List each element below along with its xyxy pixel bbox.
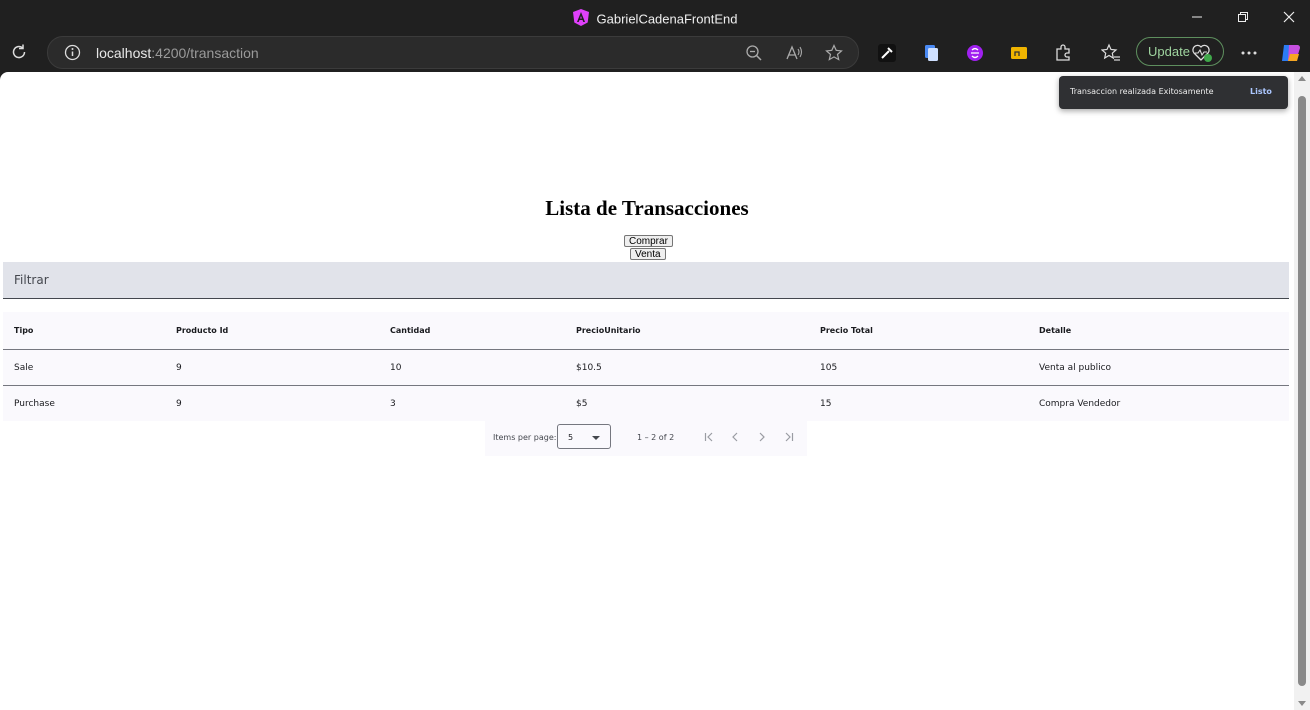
- purple-extension-icon[interactable]: [963, 41, 987, 65]
- window-title: GabrielCadenaFrontEnd: [596, 11, 738, 27]
- update-label: Update: [1148, 44, 1190, 59]
- snackbar-action-button[interactable]: Listo: [1250, 87, 1272, 96]
- health-heart-icon: [1191, 43, 1213, 66]
- scroll-up-icon[interactable]: [1298, 76, 1306, 81]
- update-button[interactable]: Update: [1136, 37, 1224, 66]
- cell-tipo: Sale: [14, 362, 34, 373]
- cell-precio-total: 15: [820, 398, 832, 409]
- header-producto-id[interactable]: Producto Id: [176, 312, 228, 349]
- next-page-icon[interactable]: [754, 429, 770, 445]
- window-title-area: GabrielCadenaFrontEnd: [0, 9, 1310, 29]
- header-precio-total[interactable]: Precio Total: [820, 312, 873, 349]
- page-size-select[interactable]: 5: [557, 424, 611, 449]
- scroll-down-icon[interactable]: [1298, 701, 1306, 706]
- more-options-icon[interactable]: [1237, 41, 1261, 65]
- previous-page-icon[interactable]: [727, 429, 743, 445]
- last-page-icon[interactable]: [781, 429, 797, 445]
- url-host: localhost: [96, 45, 152, 61]
- address-bar[interactable]: localhost:4200/transaction: [47, 36, 859, 69]
- cell-producto-id: 9: [176, 398, 182, 409]
- page-size-value: 5: [568, 433, 574, 442]
- cell-tipo: Purchase: [14, 398, 55, 409]
- transactions-table: Tipo Producto Id Cantidad PrecioUnitario…: [3, 312, 1289, 421]
- read-aloud-icon[interactable]: [784, 43, 804, 63]
- cell-cantidad: 3: [390, 398, 396, 409]
- restore-button[interactable]: [1220, 0, 1266, 33]
- header-detalle[interactable]: Detalle: [1039, 312, 1071, 349]
- table-header-row: Tipo Producto Id Cantidad PrecioUnitario…: [3, 312, 1289, 350]
- close-window-button[interactable]: [1266, 0, 1310, 33]
- zoom-out-icon[interactable]: [744, 43, 764, 63]
- paginator: Items per page: 5 1 – 2 of 2: [485, 420, 807, 456]
- cell-producto-id: 9: [176, 362, 182, 373]
- page-range-label: 1 – 2 of 2: [637, 433, 675, 442]
- url-text: localhost:4200/transaction: [96, 45, 259, 61]
- snackbar-message: Transaccion realizada Exitosamente: [1070, 87, 1214, 96]
- angular-logo-icon: [572, 9, 589, 29]
- window-titlebar: GabrielCadenaFrontEnd: [0, 0, 1310, 33]
- url-path: :4200/transaction: [151, 45, 259, 61]
- snackbar-notification: Transaccion realizada Exitosamente Listo: [1059, 76, 1288, 109]
- header-tipo[interactable]: Tipo: [14, 312, 33, 349]
- eyedropper-extension-icon[interactable]: [875, 41, 899, 65]
- buy-button[interactable]: Comprar: [624, 235, 673, 247]
- cell-precio-total: 105: [820, 362, 838, 373]
- favorite-star-icon[interactable]: [824, 43, 844, 63]
- header-cantidad[interactable]: Cantidad: [390, 312, 430, 349]
- cell-precio-unitario: $5: [576, 398, 588, 409]
- scrollbar-thumb[interactable]: [1298, 96, 1306, 686]
- filter-label: Filtrar: [14, 273, 49, 287]
- dropdown-arrow-icon: [592, 436, 600, 440]
- sell-button[interactable]: Venta: [630, 248, 666, 260]
- copilot-icon[interactable]: [1279, 41, 1303, 65]
- reload-icon[interactable]: [8, 41, 30, 63]
- cell-detalle: Compra Vendedor: [1039, 398, 1121, 409]
- header-precio-unitario[interactable]: PrecioUnitario: [576, 312, 641, 349]
- first-page-icon[interactable]: [701, 429, 717, 445]
- cell-cantidad: 10: [390, 362, 402, 373]
- cell-precio-unitario: $10.5: [576, 362, 602, 373]
- favorites-icon[interactable]: [1099, 41, 1123, 65]
- page-viewport: Lista de Transacciones Comprar Venta Fil…: [0, 72, 1294, 710]
- cell-detalle: Venta al publico: [1039, 362, 1112, 373]
- site-info-icon[interactable]: [64, 44, 81, 61]
- page-scrollbar[interactable]: [1294, 72, 1310, 710]
- extensions-puzzle-icon[interactable]: [1051, 41, 1075, 65]
- minimize-button[interactable]: [1174, 0, 1220, 33]
- table-row: Purchase 9 3 $5 15 Compra Vendedor: [3, 386, 1289, 421]
- browser-toolbar: localhost:4200/transaction Update: [0, 33, 1310, 72]
- filter-field[interactable]: Filtrar: [3, 262, 1289, 299]
- copy-extension-icon[interactable]: [919, 41, 943, 65]
- yellow-extension-icon[interactable]: [1007, 41, 1031, 65]
- items-per-page-label: Items per page:: [493, 433, 557, 442]
- table-row: Sale 9 10 $10.5 105 Venta al publico: [3, 350, 1289, 386]
- page-title: Lista de Transacciones: [545, 196, 749, 220]
